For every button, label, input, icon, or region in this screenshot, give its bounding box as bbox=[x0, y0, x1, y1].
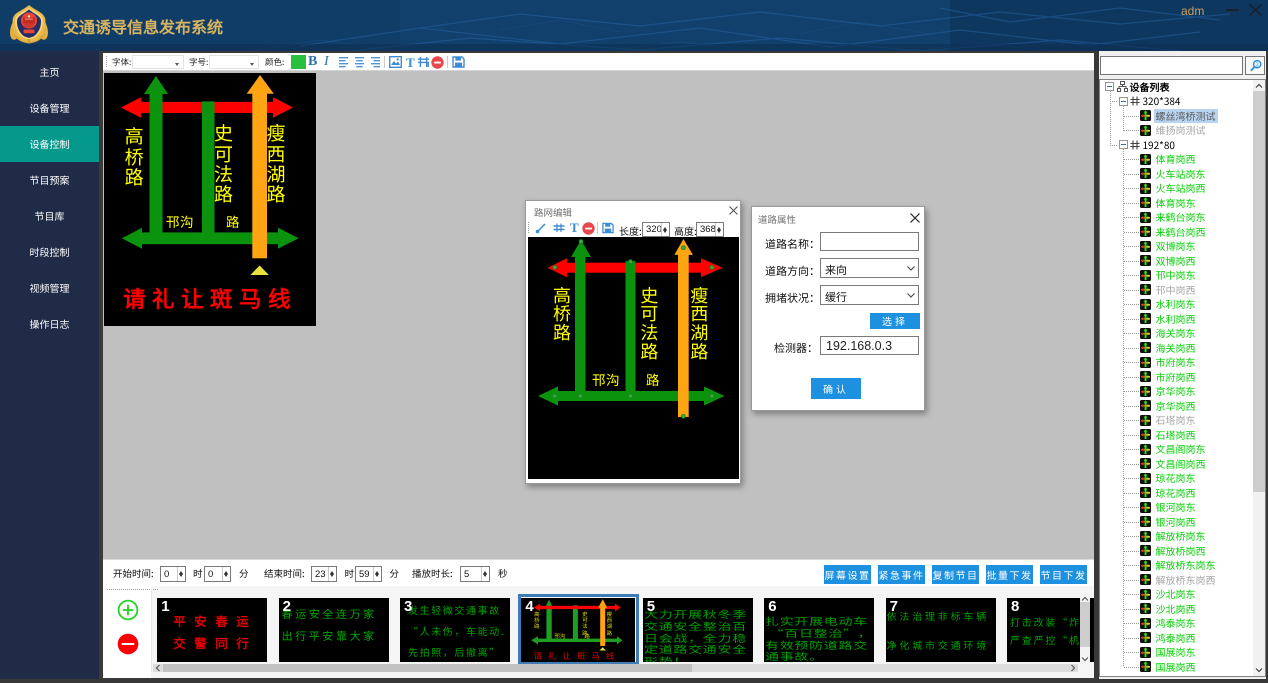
svg-text:3: 3 bbox=[1256, 62, 1259, 68]
